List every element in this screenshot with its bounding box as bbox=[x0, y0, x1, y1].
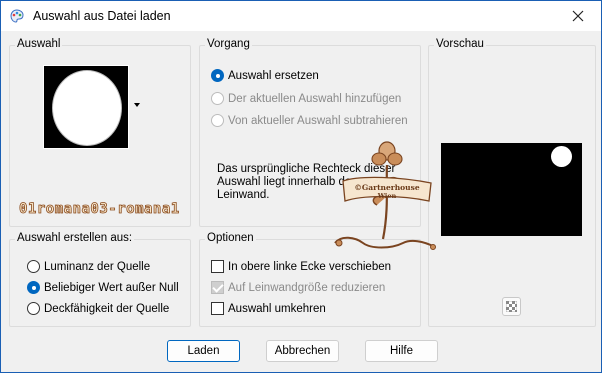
checker-zoom-icon bbox=[506, 301, 517, 312]
checkbox-label: Auswahl umkehren bbox=[228, 302, 326, 315]
title-bar[interactable]: Auswahl aus Datei laden bbox=[1, 1, 601, 31]
logo-text-line1: ©Gartnerhouse bbox=[354, 183, 419, 192]
radio-label: Von aktueller Auswahl subtrahieren bbox=[228, 114, 408, 127]
radio-label: Auswahl ersetzen bbox=[228, 69, 319, 82]
radio-label: Der aktuellen Auswahl hinzufügen bbox=[228, 92, 402, 105]
optionen-group-label: Optionen bbox=[205, 232, 256, 244]
paint-palette-icon bbox=[10, 9, 24, 23]
radio-label: Luminanz der Quelle bbox=[44, 260, 151, 273]
checkbox-obere-linke-ecke[interactable]: In obere linke Ecke verschieben bbox=[211, 260, 391, 273]
logo-text-line2: Wien bbox=[377, 192, 397, 200]
abbrechen-button[interactable]: Abbrechen bbox=[266, 340, 339, 362]
preview-canvas bbox=[441, 143, 582, 236]
radio-beliebiger-wert[interactable]: Beliebiger Wert außer Null bbox=[27, 281, 179, 294]
radio-auswahl-ersetzen[interactable]: Auswahl ersetzen bbox=[211, 69, 319, 82]
close-button[interactable] bbox=[555, 1, 601, 31]
checkbox[interactable] bbox=[211, 260, 224, 273]
selection-thumbnail[interactable] bbox=[43, 65, 129, 149]
radio-button[interactable] bbox=[27, 281, 40, 294]
vorschau-group-label: Vorschau bbox=[434, 38, 486, 50]
checkbox-label: In obere linke Ecke verschieben bbox=[228, 260, 392, 273]
radio-label: Beliebiger Wert außer Null bbox=[44, 281, 179, 294]
preview-selection-dot bbox=[551, 146, 572, 167]
checkbox[interactable] bbox=[211, 302, 224, 315]
radio-label: Deckfähigkeit der Quelle bbox=[44, 302, 170, 315]
radio-button[interactable] bbox=[27, 302, 40, 315]
radio-deckfaehigkeit[interactable]: Deckfähigkeit der Quelle bbox=[27, 302, 169, 315]
window-title: Auswahl aus Datei laden bbox=[33, 9, 171, 23]
checkbox-leinwandgroesse[interactable]: Auf Leinwandgröße reduzieren bbox=[211, 281, 385, 294]
radio-button[interactable] bbox=[211, 92, 224, 105]
radio-button[interactable] bbox=[211, 69, 224, 82]
checkbox[interactable] bbox=[211, 281, 224, 294]
zoom-button[interactable] bbox=[502, 297, 521, 316]
auswahl-group-label: Auswahl bbox=[15, 38, 63, 50]
hilfe-button[interactable]: Hilfe bbox=[365, 340, 438, 362]
close-icon bbox=[572, 10, 584, 22]
radio-auswahl-subtrahieren[interactable]: Von aktueller Auswahl subtrahieren bbox=[211, 114, 408, 127]
radio-auswahl-hinzufuegen[interactable]: Der aktuellen Auswahl hinzufügen bbox=[211, 92, 401, 105]
flower-logo-watermark: ©Gartnerhouse Wien bbox=[334, 141, 436, 250]
dialog-window: Auswahl aus Datei laden Auswahl Vorgang … bbox=[0, 0, 602, 373]
watermark-text: 01romana03-romana1 bbox=[19, 201, 180, 218]
laden-button[interactable]: Laden bbox=[167, 340, 240, 362]
checkbox-label: Auf Leinwandgröße reduzieren bbox=[228, 281, 386, 294]
checkbox-auswahl-umkehren[interactable]: Auswahl umkehren bbox=[211, 302, 326, 315]
erstellen-group-label: Auswahl erstellen aus: bbox=[15, 232, 135, 244]
radio-button[interactable] bbox=[27, 260, 40, 273]
thumbnail-circle bbox=[52, 70, 122, 146]
radio-button[interactable] bbox=[211, 114, 224, 127]
dropdown-arrow-icon[interactable] bbox=[134, 103, 140, 107]
vorgang-group-label: Vorgang bbox=[205, 38, 252, 50]
radio-luminanz[interactable]: Luminanz der Quelle bbox=[27, 260, 150, 273]
